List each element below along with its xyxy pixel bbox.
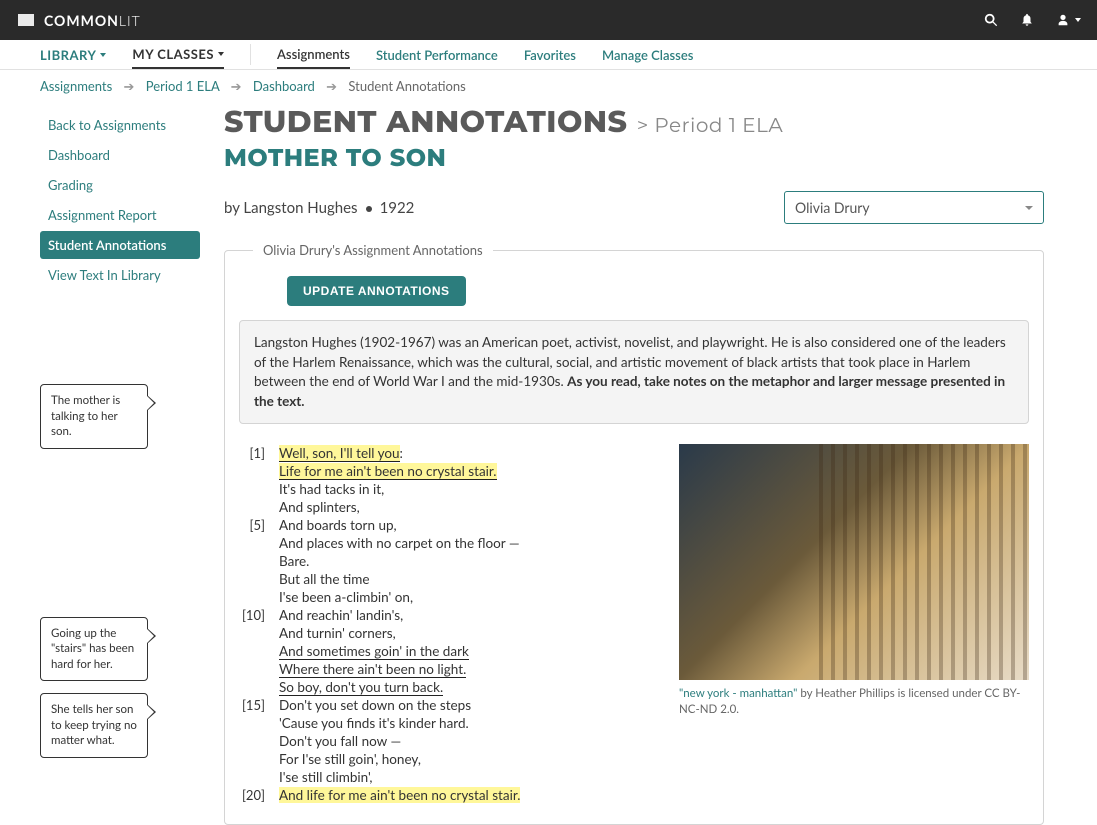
text-title: MOTHER TO SON (224, 144, 1044, 173)
student-select[interactable]: Olivia Drury (784, 191, 1044, 224)
annotation-note[interactable]: She tells her son to keep trying no matt… (40, 693, 148, 758)
book-icon (16, 12, 36, 28)
caret-down-icon (100, 53, 106, 57)
user-menu[interactable] (1056, 13, 1081, 27)
top-icons (984, 13, 1081, 27)
poem-text: Well, son, I'll tell you: Life for me ai… (279, 444, 520, 804)
nav-favorites[interactable]: Favorites (524, 40, 576, 69)
sidebar-back-assignments[interactable]: Back to Assignments (40, 111, 200, 139)
main-content: STUDENT ANNOTATIONS > Period 1 ELA MOTHE… (224, 103, 1084, 825)
breadcrumb-period[interactable]: Period 1 ELA (146, 78, 220, 94)
sidebar-grading[interactable]: Grading (40, 171, 200, 199)
annotation-note[interactable]: The mother is talking to her son. (40, 384, 148, 449)
breadcrumb-dashboard[interactable]: Dashboard (253, 78, 315, 94)
sidebar-student-annotations[interactable]: Student Annotations (40, 231, 200, 259)
caret-down-icon (1075, 18, 1081, 22)
byline: by Langston Hughes1922 (224, 199, 414, 217)
intro-text: Langston Hughes (1902-1967) was an Ameri… (239, 320, 1029, 424)
text-image (679, 444, 1029, 680)
breadcrumb: Assignments ➔ Period 1 ELA ➔ Dashboard ➔… (0, 70, 1097, 103)
sidebar-dashboard[interactable]: Dashboard (40, 141, 200, 169)
caret-down-icon (1025, 206, 1033, 210)
bell-icon[interactable] (1020, 13, 1034, 27)
secondary-nav: LIBRARY MY CLASSES Assignments Student P… (0, 40, 1097, 70)
brand-logo[interactable]: COMMONLIT (16, 12, 141, 29)
update-annotations-button[interactable]: UPDATE ANNOTATIONS (287, 276, 466, 306)
nav-assignments[interactable]: Assignments (277, 40, 350, 69)
page-title: STUDENT ANNOTATIONS > Period 1 ELA (224, 103, 1044, 140)
sidebar-assignment-report[interactable]: Assignment Report (40, 201, 200, 229)
brand-bold: COMMON (44, 12, 119, 29)
sidebar-view-text[interactable]: View Text In Library (40, 261, 200, 289)
page-title-crumb: > Period 1 ELA (637, 114, 783, 138)
nav-library[interactable]: LIBRARY (40, 40, 106, 69)
top-bar: COMMONLIT (0, 0, 1097, 40)
breadcrumb-current: Student Annotations (348, 78, 465, 94)
line-numbers: [1] [5] [10] [15] [20] (239, 444, 279, 804)
annotations-legend: Olivia Drury's Assignment Annotations (253, 242, 493, 258)
nav-manage-classes[interactable]: Manage Classes (602, 40, 693, 69)
breadcrumb-assignments[interactable]: Assignments (40, 78, 112, 94)
annotation-note[interactable]: Going up the "stairs" has been hard for … (40, 617, 148, 682)
nav-student-performance[interactable]: Student Performance (376, 40, 498, 69)
brand-thin: LIT (119, 12, 141, 29)
user-icon (1056, 13, 1070, 27)
annotations-panel: Olivia Drury's Assignment Annotations UP… (224, 242, 1044, 825)
search-icon[interactable] (984, 13, 998, 27)
image-credit-link[interactable]: "new york - manhattan" (679, 687, 797, 700)
caret-down-icon (218, 52, 224, 56)
nav-my-classes[interactable]: MY CLASSES (132, 40, 224, 69)
image-caption: "new york - manhattan" by Heather Philli… (679, 686, 1029, 718)
